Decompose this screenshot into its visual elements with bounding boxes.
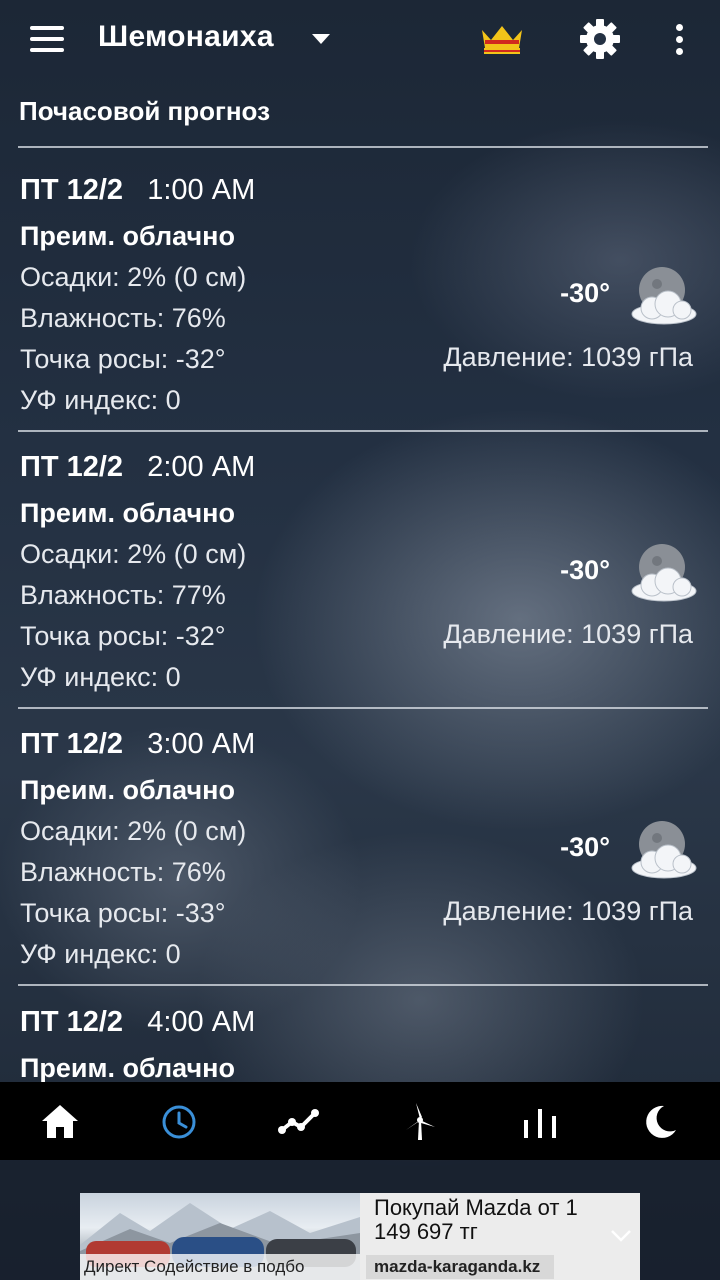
ad-banner[interactable]: Директ Содействие в подбо Покупай Mazda …: [80, 1193, 640, 1280]
forecast-temperature: -30°: [560, 278, 610, 308]
wind-turbine-icon[interactable]: [398, 1100, 442, 1144]
forecast-humidity: Влажность: 76%: [20, 857, 226, 887]
forecast-day: ПТ 12/2: [20, 728, 124, 760]
forecast-dew-point: Точка росы: -32°: [20, 621, 226, 651]
more-vert-icon[interactable]: [670, 22, 690, 58]
home-icon[interactable]: [38, 1100, 82, 1144]
section-title: Почасовой прогноз: [19, 96, 271, 126]
forecast-condition: Преим. облачно: [20, 775, 235, 805]
menu-icon[interactable]: [30, 24, 68, 54]
forecast-dew-point: Точка росы: -33°: [20, 898, 226, 928]
forecast-uv-index: УФ индекс: 0: [20, 662, 181, 692]
crown-icon[interactable]: [480, 22, 524, 56]
chevron-down-icon[interactable]: [312, 34, 330, 44]
ad-headline[interactable]: Покупай Mazda от 1 149 697 тг: [374, 1196, 614, 1244]
night-cloudy-icon: [631, 544, 697, 602]
hourly-forecast-card[interactable]: ПТ 12/2 4:00 AM Преим. облачно: [0, 984, 720, 1082]
forecast-precip: Осадки: 2% (0 см): [20, 539, 247, 569]
forecast-condition: Преим. облачно: [20, 498, 235, 528]
forecast-uv-index: УФ индекс: 0: [20, 939, 181, 969]
city-selector[interactable]: Шемонаиха: [98, 20, 274, 54]
forecast-datetime: ПТ 12/2 3:00 AM: [20, 728, 255, 761]
forecast-precip: Осадки: 2% (0 см): [20, 816, 247, 846]
hourly-forecast-card[interactable]: ПТ 12/2 3:00 AM Преим. облачно Осадки: 2…: [0, 706, 720, 984]
forecast-pressure: Давление: 1039 гПа: [443, 896, 693, 926]
forecast-datetime: ПТ 12/2 1:00 AM: [20, 174, 255, 207]
forecast-day: ПТ 12/2: [20, 1006, 124, 1038]
forecast-temperature: -30°: [560, 832, 610, 862]
forecast-day: ПТ 12/2: [20, 451, 124, 483]
forecast-temperature: -30°: [560, 555, 610, 585]
bar-chart-icon[interactable]: [518, 1100, 562, 1144]
ad-domain[interactable]: mazda-karaganda.kz: [366, 1255, 555, 1279]
forecast-time: 3:00 AM: [147, 728, 256, 760]
forecast-pressure: Давление: 1039 гПа: [443, 342, 693, 372]
clock-icon[interactable]: [157, 1100, 201, 1144]
forecast-pressure: Давление: 1039 гПа: [443, 619, 693, 649]
app-bar: Шемонаиха: [0, 0, 720, 80]
trend-chart-icon[interactable]: [277, 1100, 321, 1144]
divider: [18, 146, 708, 148]
forecast-datetime: ПТ 12/2 2:00 AM: [20, 451, 255, 484]
forecast-time: 2:00 AM: [147, 451, 256, 483]
night-cloudy-icon: [631, 267, 697, 325]
forecast-day: ПТ 12/2: [20, 174, 124, 206]
moon-icon[interactable]: [638, 1100, 682, 1144]
bottom-navigation: [0, 1082, 720, 1160]
forecast-humidity: Влажность: 77%: [20, 580, 226, 610]
hourly-forecast-card[interactable]: ПТ 12/2 1:00 AM Преим. облачно Осадки: 2…: [0, 152, 720, 430]
ad-image[interactable]: Директ Содействие в подбо: [80, 1193, 360, 1280]
gear-icon[interactable]: [579, 18, 621, 60]
forecast-time: 4:00 AM: [147, 1006, 256, 1038]
forecast-condition: Преим. облачно: [20, 221, 235, 251]
forecast-humidity: Влажность: 76%: [20, 303, 226, 333]
forecast-dew-point: Точка росы: -32°: [20, 344, 226, 374]
forecast-datetime: ПТ 12/2 4:00 AM: [20, 1006, 255, 1039]
forecast-uv-index: УФ индекс: 0: [20, 385, 181, 415]
forecast-time: 1:00 AM: [147, 174, 256, 206]
forecast-condition: Преим. облачно: [20, 1053, 235, 1082]
hourly-forecast-card[interactable]: ПТ 12/2 2:00 AM Преим. облачно Осадки: 2…: [0, 429, 720, 707]
forecast-precip: Осадки: 2% (0 см): [20, 262, 247, 292]
chevron-down-icon[interactable]: [610, 1229, 632, 1243]
ad-caption: Директ Содействие в подбо: [80, 1254, 360, 1280]
night-cloudy-icon: [631, 821, 697, 879]
